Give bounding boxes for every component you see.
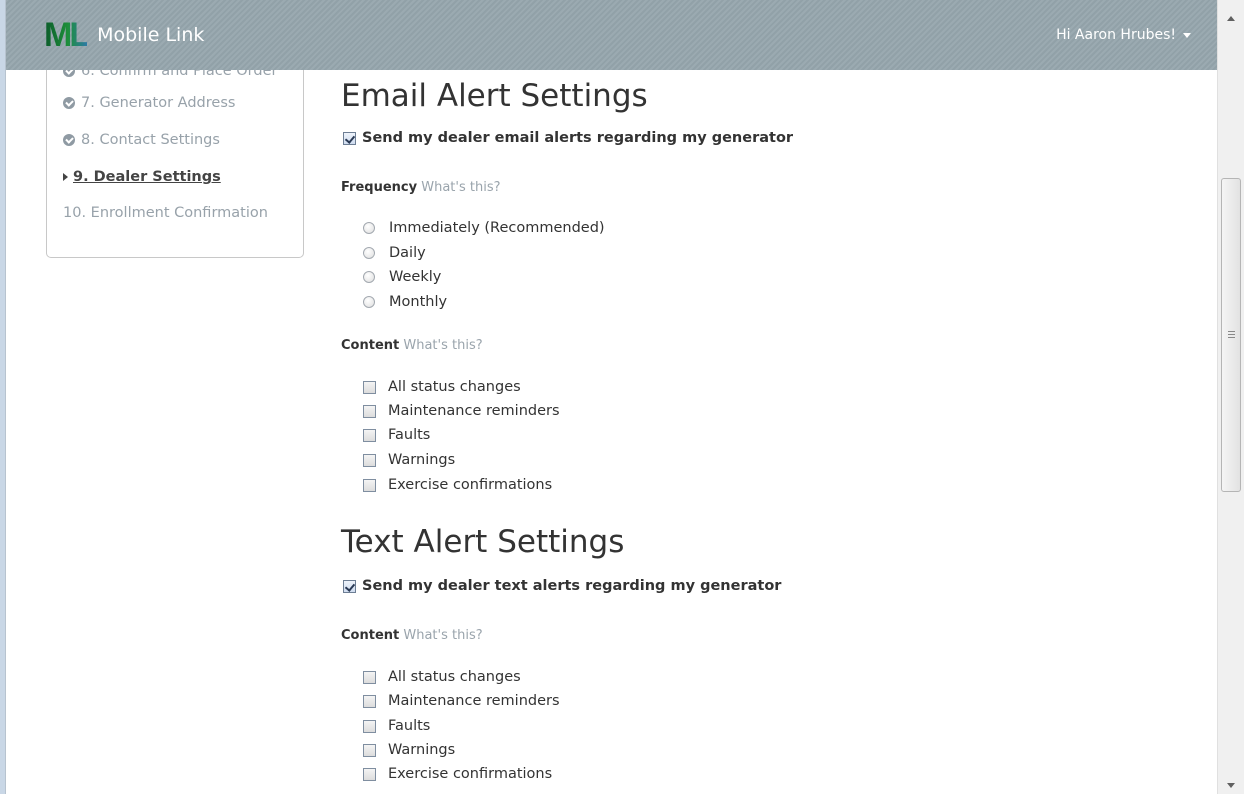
- text-content-maintenance-reminders[interactable]: Maintenance reminders: [363, 693, 560, 709]
- checkbox[interactable]: [363, 670, 376, 684]
- text-content-label: Content: [341, 628, 400, 643]
- checkbox[interactable]: [363, 478, 376, 492]
- email-content-all-status-changes[interactable]: All status changes: [363, 379, 521, 395]
- checkbox[interactable]: [363, 453, 376, 467]
- brand-name: Mobile Link: [97, 24, 205, 46]
- user-greeting: Hi Aaron Hrubes!: [1056, 27, 1176, 43]
- email-content-warnings[interactable]: Warnings: [363, 452, 455, 468]
- email-opt-in-label: Send my dealer email alerts regarding my…: [362, 130, 794, 146]
- frequency-label: Frequency: [341, 180, 418, 195]
- frequency-option-daily[interactable]: Daily: [363, 245, 426, 261]
- checkbox[interactable]: [363, 380, 376, 394]
- email-opt-in[interactable]: Send my dealer email alerts regarding my…: [343, 130, 793, 146]
- sidebar-item-label: 8. Contact Settings: [81, 132, 220, 148]
- checkbox[interactable]: [363, 743, 376, 757]
- caret-down-icon: [1183, 32, 1191, 38]
- window-frame-left: [0, 0, 6, 794]
- checkbox[interactable]: [363, 428, 376, 442]
- user-menu-toggle[interactable]: Hi Aaron Hrubes!: [1056, 27, 1191, 43]
- checkbox[interactable]: [363, 694, 376, 708]
- sidebar-item-contact-settings[interactable]: 8. Contact Settings: [63, 132, 220, 148]
- radio-button[interactable]: [363, 247, 375, 259]
- option-label: Exercise confirmations: [388, 477, 553, 493]
- email-content-label-row: Content What's this?: [341, 338, 483, 353]
- sidebar-item-label: 9. Dealer Settings: [73, 169, 221, 185]
- enrollment-steps-sidebar: 6. Confirm and Place Order 7. Generator …: [46, 70, 304, 258]
- frequency-label-row: Frequency What's this?: [341, 180, 501, 195]
- frequency-option-weekly[interactable]: Weekly: [363, 269, 441, 285]
- text-opt-in[interactable]: Send my dealer text alerts regarding my …: [343, 578, 781, 594]
- text-content-warnings[interactable]: Warnings: [363, 742, 455, 758]
- ml-logo: ML: [44, 15, 90, 54]
- email-content-label: Content: [341, 338, 400, 353]
- option-label: Immediately (Recommended): [389, 220, 605, 236]
- radio-button[interactable]: [363, 271, 375, 283]
- sidebar-item-dealer-settings[interactable]: 9. Dealer Settings: [63, 169, 221, 185]
- text-content-all-status-changes[interactable]: All status changes: [363, 669, 521, 685]
- option-label: Warnings: [388, 452, 456, 468]
- option-label: Warnings: [388, 742, 456, 758]
- check-circle-icon: [63, 134, 75, 146]
- sidebar-item-confirm-order[interactable]: 6. Confirm and Place Order: [63, 70, 277, 79]
- frequency-option-immediately[interactable]: Immediately (Recommended): [363, 220, 605, 236]
- text-content-label-row: Content What's this?: [341, 628, 483, 643]
- option-label: All status changes: [388, 669, 521, 685]
- check-circle-icon: [63, 97, 75, 109]
- grip-icon: [1228, 331, 1235, 338]
- scroll-up-arrow-icon[interactable]: [1227, 16, 1235, 21]
- email-content-help-link[interactable]: What's this?: [403, 338, 482, 353]
- text-opt-in-checkbox[interactable]: [343, 579, 356, 593]
- check-circle-icon: [63, 70, 75, 77]
- sidebar-item-generator-address[interactable]: 7. Generator Address: [63, 95, 235, 111]
- option-label: Maintenance reminders: [388, 693, 560, 709]
- radio-button[interactable]: [363, 222, 375, 234]
- option-label: Faults: [388, 427, 431, 443]
- option-label: All status changes: [388, 379, 521, 395]
- radio-button[interactable]: [363, 296, 375, 308]
- email-alert-settings-title: Email Alert Settings: [341, 78, 648, 114]
- text-opt-in-label: Send my dealer text alerts regarding my …: [362, 578, 782, 594]
- option-label: Exercise confirmations: [388, 766, 553, 782]
- scroll-down-arrow-icon[interactable]: [1227, 783, 1235, 788]
- email-content-exercise-confirmations[interactable]: Exercise confirmations: [363, 477, 552, 493]
- option-label: Maintenance reminders: [388, 403, 560, 419]
- text-content-help-link[interactable]: What's this?: [403, 628, 482, 643]
- email-content-faults[interactable]: Faults: [363, 427, 430, 443]
- option-label: Monthly: [389, 294, 448, 310]
- frequency-help-link[interactable]: What's this?: [421, 180, 500, 195]
- text-content-exercise-confirmations[interactable]: Exercise confirmations: [363, 766, 552, 782]
- scrollbar-thumb[interactable]: [1221, 178, 1241, 492]
- checkbox[interactable]: [363, 404, 376, 418]
- option-label: Faults: [388, 718, 431, 734]
- sidebar-item-label: 6. Confirm and Place Order: [81, 70, 278, 79]
- sidebar-item-label: 7. Generator Address: [81, 95, 236, 111]
- text-alert-settings-title: Text Alert Settings: [341, 524, 625, 560]
- vertical-scrollbar[interactable]: [1217, 0, 1244, 794]
- sidebar-item-label: 10. Enrollment Confirmation: [63, 205, 268, 221]
- option-label: Weekly: [389, 269, 442, 285]
- option-label: Daily: [389, 245, 426, 261]
- email-opt-in-checkbox[interactable]: [343, 131, 356, 145]
- caret-right-icon: [63, 173, 68, 181]
- brand[interactable]: ML Mobile Link: [44, 16, 204, 55]
- top-navbar: ML Mobile Link Hi Aaron Hrubes!: [6, 0, 1217, 70]
- checkbox[interactable]: [363, 767, 376, 781]
- frequency-option-monthly[interactable]: Monthly: [363, 294, 447, 310]
- email-content-maintenance-reminders[interactable]: Maintenance reminders: [363, 403, 560, 419]
- sidebar-item-enrollment-confirmation[interactable]: 10. Enrollment Confirmation: [63, 205, 268, 221]
- text-content-faults[interactable]: Faults: [363, 718, 430, 734]
- checkbox[interactable]: [363, 719, 376, 733]
